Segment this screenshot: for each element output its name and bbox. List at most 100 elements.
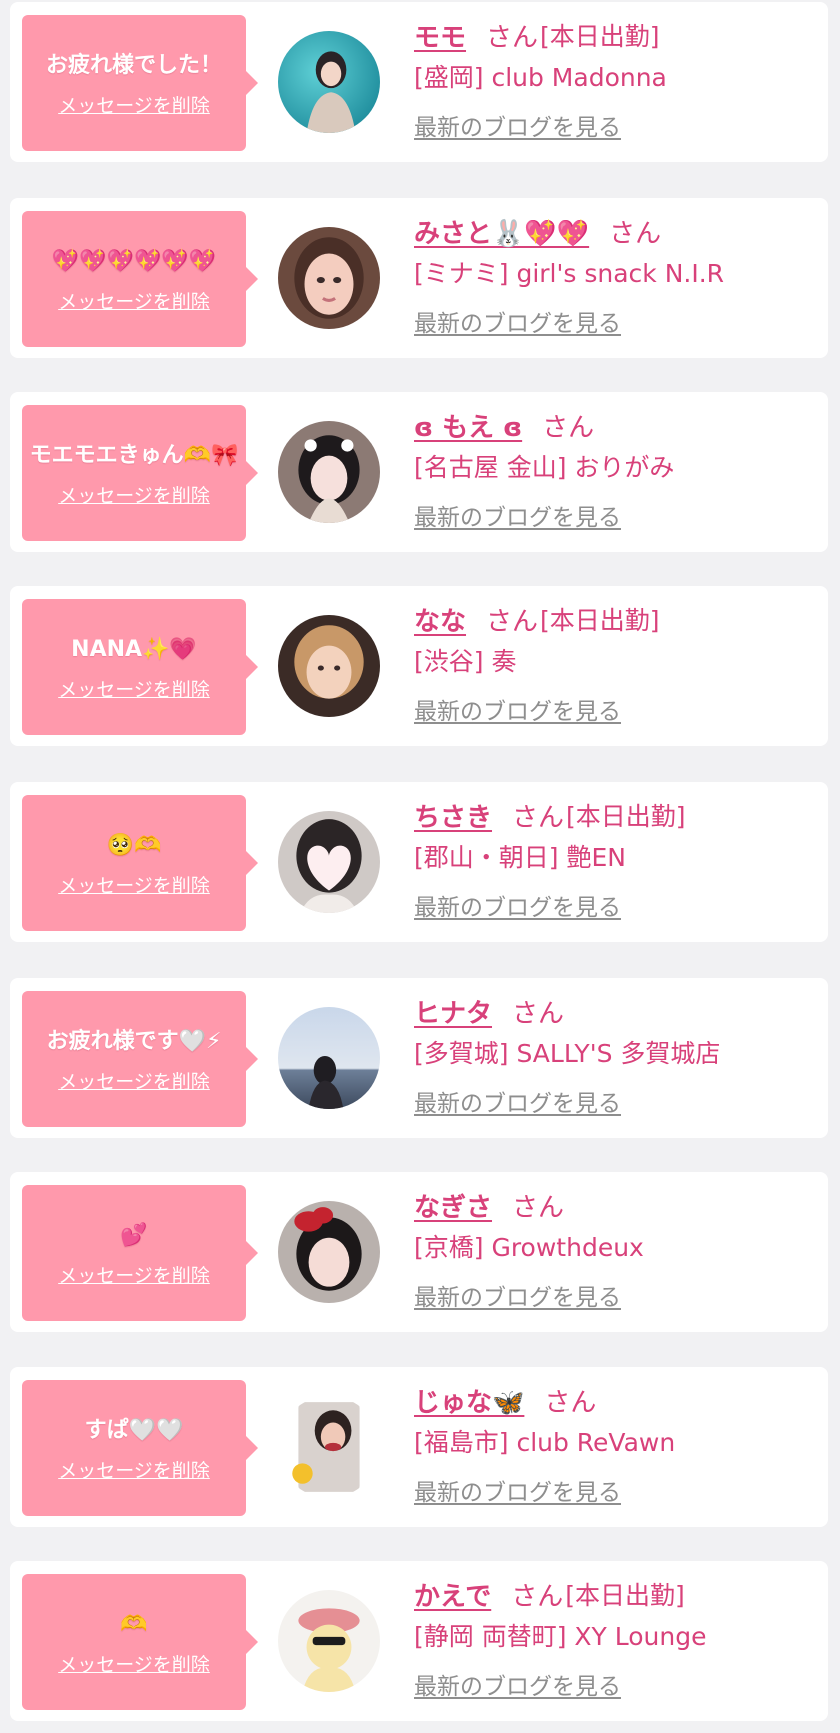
message-card: すぱ🤍🤍 メッセージを削除 じゅな🦋 さん [福島市] club ReVawn … bbox=[10, 1367, 828, 1527]
shop-name: [福島市] club ReVawn bbox=[414, 1428, 676, 1457]
honorific: さん bbox=[486, 606, 539, 637]
latest-blog-link[interactable]: 最新のブログを見る bbox=[414, 304, 621, 338]
honorific: さん bbox=[512, 998, 565, 1029]
message-bubble: 💕 メッセージを削除 bbox=[22, 1185, 258, 1321]
cast-info: ヒナタ さん [多賀城] SALLY'S 多賀城店 最新のブログを見る bbox=[414, 990, 818, 1118]
delete-message-link[interactable]: メッセージを削除 bbox=[58, 1261, 210, 1288]
latest-blog-link[interactable]: 最新のブログを見る bbox=[414, 1084, 621, 1118]
message-bubble: 🥺🫶 メッセージを削除 bbox=[22, 795, 258, 931]
message-bubble: 🫶 メッセージを削除 bbox=[22, 1574, 258, 1710]
cast-name-link[interactable]: ɞ もえ ɞ bbox=[414, 407, 522, 444]
latest-blog-link[interactable]: 最新のブログを見る bbox=[414, 1667, 621, 1701]
delete-message-link[interactable]: メッセージを削除 bbox=[58, 1456, 210, 1483]
cast-name-link[interactable]: なな bbox=[414, 601, 466, 638]
shift-status: [本日出勤] bbox=[540, 606, 660, 635]
shop-name: [渋谷] 奏 bbox=[414, 647, 517, 676]
cast-name-link[interactable]: じゅな🦋 bbox=[414, 1382, 524, 1419]
avatar-photo bbox=[278, 615, 380, 717]
avatar[interactable] bbox=[278, 1201, 380, 1303]
name-line: なな さん [本日出勤] bbox=[414, 598, 818, 640]
cast-name-link[interactable]: みさと🐰💖💖 bbox=[414, 213, 589, 250]
message-card: 🥺🫶 メッセージを削除 ちさき さん [本日出勤] [郡山・朝日] 艶EN 最新… bbox=[10, 782, 828, 942]
latest-blog-link[interactable]: 最新のブログを見る bbox=[414, 888, 621, 922]
latest-blog-link[interactable]: 最新のブログを見る bbox=[414, 1473, 621, 1507]
latest-blog-link[interactable]: 最新のブログを見る bbox=[414, 108, 621, 142]
avatar[interactable] bbox=[278, 31, 380, 133]
message-bubble: お疲れ様でした！ メッセージを削除 bbox=[22, 15, 258, 151]
delete-message-link[interactable]: メッセージを削除 bbox=[58, 287, 210, 314]
avatar-photo bbox=[278, 421, 380, 523]
latest-blog-link[interactable]: 最新のブログを見る bbox=[414, 692, 621, 726]
avatar[interactable] bbox=[278, 1590, 380, 1692]
shift-status: [本日出勤] bbox=[566, 802, 686, 831]
shop-name: [盛岡] club Madonna bbox=[414, 63, 667, 92]
message-card: 💖💖💖💖💖💖 メッセージを削除 みさと🐰💖💖 さん [ミナミ] girl's s… bbox=[10, 198, 828, 358]
shop-name: [多賀城] SALLY'S 多賀城店 bbox=[414, 1039, 721, 1068]
delete-message-link[interactable]: メッセージを削除 bbox=[58, 481, 210, 508]
honorific: さん bbox=[512, 1192, 565, 1223]
delete-message-link[interactable]: メッセージを削除 bbox=[58, 675, 210, 702]
message-text: お疲れ様でした！ bbox=[45, 52, 222, 78]
delete-message-link[interactable]: メッセージを削除 bbox=[58, 871, 210, 898]
avatar[interactable] bbox=[278, 615, 380, 717]
latest-blog-link[interactable]: 最新のブログを見る bbox=[414, 498, 621, 532]
message-text: 🫶 bbox=[120, 1611, 148, 1637]
cast-info: ちさき さん [本日出勤] [郡山・朝日] 艶EN 最新のブログを見る bbox=[414, 794, 818, 922]
avatar-photo bbox=[278, 1590, 380, 1692]
latest-blog-link[interactable]: 最新のブログを見る bbox=[414, 1278, 621, 1312]
cast-info: なぎさ さん [京橋] Growthdeux 最新のブログを見る bbox=[414, 1184, 818, 1312]
name-line: ちさき さん [本日出勤] bbox=[414, 794, 818, 836]
message-card: お疲れ様でした！ メッセージを削除 モモ さん [本日出勤] [盛岡] club… bbox=[10, 2, 828, 162]
honorific: さん bbox=[511, 1581, 564, 1612]
message-bubble: すぱ🤍🤍 メッセージを削除 bbox=[22, 1380, 258, 1516]
message-card: 💕 メッセージを削除 なぎさ さん [京橋] Growthdeux 最新のブログ… bbox=[10, 1172, 828, 1332]
message-card: お疲れ様です🤍⚡ メッセージを削除 ヒナタ さん [多賀城] SALLY'S 多… bbox=[10, 978, 828, 1138]
message-text: 💕 bbox=[120, 1222, 148, 1248]
avatar[interactable] bbox=[278, 421, 380, 523]
cast-info: かえで さん [本日出勤] [静岡 両替町] XY Lounge 最新のブログを… bbox=[414, 1573, 818, 1701]
avatar-photo bbox=[278, 1396, 380, 1498]
name-line: ɞ もえ ɞ さん bbox=[414, 404, 818, 446]
cast-name-link[interactable]: ヒナタ bbox=[414, 993, 492, 1030]
message-bubble: お疲れ様です🤍⚡ メッセージを削除 bbox=[22, 991, 258, 1127]
message-text: 💖💖💖💖💖💖 bbox=[51, 248, 217, 274]
cast-info: じゅな🦋 さん [福島市] club ReVawn 最新のブログを見る bbox=[414, 1379, 818, 1507]
message-text: モエモエきゅん🫶🎀 bbox=[29, 442, 239, 468]
cast-name-link[interactable]: なぎさ bbox=[414, 1187, 492, 1224]
message-text: 🥺🫶 bbox=[106, 832, 162, 858]
message-text: お疲れ様です🤍⚡ bbox=[46, 1028, 222, 1054]
name-line: かえで さん [本日出勤] bbox=[414, 1573, 818, 1615]
message-card: モエモエきゅん🫶🎀 メッセージを削除 ɞ もえ ɞ さん [名古屋 金山] おり… bbox=[10, 392, 828, 552]
name-line: ヒナタ さん bbox=[414, 990, 818, 1032]
message-bubble: モエモエきゅん🫶🎀 メッセージを削除 bbox=[22, 405, 258, 541]
delete-message-link[interactable]: メッセージを削除 bbox=[58, 1067, 210, 1094]
avatar[interactable] bbox=[278, 1396, 380, 1498]
avatar[interactable] bbox=[278, 811, 380, 913]
shop-name: [ミナミ] girl's snack N.I.R bbox=[414, 259, 725, 288]
delete-message-link[interactable]: メッセージを削除 bbox=[58, 91, 210, 118]
shop-name: [静岡 両替町] XY Lounge bbox=[414, 1622, 707, 1651]
cast-info: なな さん [本日出勤] [渋谷] 奏 最新のブログを見る bbox=[414, 598, 818, 726]
name-line: じゅな🦋 さん bbox=[414, 1379, 818, 1421]
shop-name: [名古屋 金山] おりがみ bbox=[414, 453, 675, 482]
cast-info: ɞ もえ ɞ さん [名古屋 金山] おりがみ 最新のブログを見る bbox=[414, 404, 818, 532]
honorific: さん bbox=[542, 412, 595, 443]
cast-name-link[interactable]: ちさき bbox=[414, 797, 492, 834]
name-line: なぎさ さん bbox=[414, 1184, 818, 1226]
delete-message-link[interactable]: メッセージを削除 bbox=[58, 1650, 210, 1677]
honorific: さん bbox=[486, 22, 539, 53]
name-line: みさと🐰💖💖 さん bbox=[414, 210, 818, 252]
avatar-photo bbox=[278, 31, 380, 133]
message-text: すぱ🤍🤍 bbox=[84, 1417, 184, 1443]
cast-name-link[interactable]: モモ bbox=[414, 17, 466, 54]
cast-name-link[interactable]: かえで bbox=[414, 1576, 491, 1613]
message-text: NANA✨💗 bbox=[71, 636, 197, 662]
shop-name: [京橋] Growthdeux bbox=[414, 1233, 644, 1262]
avatar[interactable] bbox=[278, 227, 380, 329]
shift-status: [本日出勤] bbox=[540, 22, 660, 51]
cast-info: みさと🐰💖💖 さん [ミナミ] girl's snack N.I.R 最新のブロ… bbox=[414, 210, 818, 338]
honorific: さん bbox=[609, 218, 662, 249]
avatar-photo bbox=[278, 811, 380, 913]
avatar[interactable] bbox=[278, 1007, 380, 1109]
message-bubble: NANA✨💗 メッセージを削除 bbox=[22, 599, 258, 735]
